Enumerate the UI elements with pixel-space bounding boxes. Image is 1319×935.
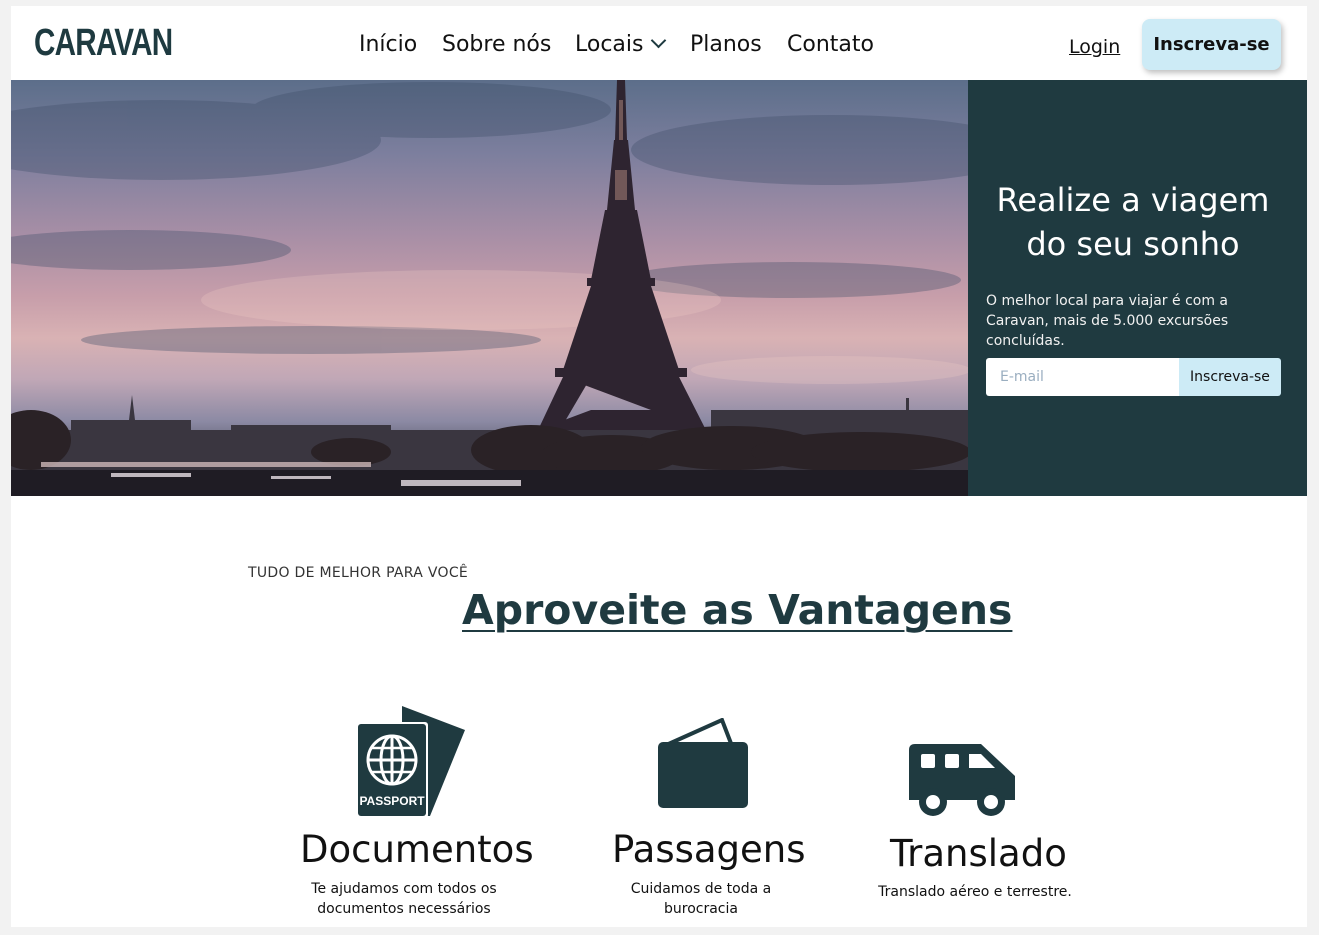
nav-locais-label: Locais	[575, 32, 644, 57]
feature-desc-line: Translado aéreo e terrestre.	[878, 884, 1072, 900]
nav-contato[interactable]: Contato	[787, 32, 874, 57]
feature-title: Translado	[890, 832, 1067, 875]
chevron-down-icon	[651, 32, 667, 49]
hero-title-line2: do seu sonho	[1026, 225, 1240, 263]
signup-button[interactable]: Inscreva-se	[1142, 19, 1281, 70]
feature-desc-line: burocracia	[664, 901, 738, 917]
feature-desc-line: Cuidamos de toda a	[630, 881, 772, 897]
hero-signup-panel: Realize a viagem do seu sonho O melhor l…	[968, 80, 1307, 496]
login-link[interactable]: Login	[1069, 36, 1120, 58]
passport-icon: PASSPORT	[356, 706, 465, 818]
feature-title: Passagens	[612, 828, 806, 871]
navbar: CARAVAN Início Sobre nós Locais Planos C…	[11, 6, 1307, 80]
nav-inicio[interactable]: Início	[359, 32, 417, 57]
eiffel-tower-image	[11, 80, 968, 496]
feature-desc-line: documentos necessários	[317, 901, 491, 917]
feature-description: Te ajudamos com todos os documentos nece…	[294, 879, 514, 919]
ticket-icon	[658, 718, 748, 808]
passport-icon-text: PASSPORT	[359, 794, 425, 808]
feature-desc-line: Te ajudamos com todos os	[311, 881, 497, 897]
feature-description: Translado aéreo e terrestre.	[875, 882, 1075, 902]
feature-description: Cuidamos de toda a burocracia	[601, 879, 801, 919]
section-title: Aproveite as Vantagens	[462, 586, 1013, 634]
caravan-logo[interactable]: CARAVAN	[34, 22, 173, 65]
signup-form: Inscreva-se	[986, 358, 1281, 396]
van-icon	[909, 744, 1015, 816]
nav-planos[interactable]: Planos	[690, 32, 762, 57]
hero-description: O melhor local para viajar é com a Carav…	[986, 293, 1229, 349]
section-eyebrow: TUDO DE MELHOR PARA VOCÊ	[248, 565, 469, 581]
hero-signup-button[interactable]: Inscreva-se	[1179, 358, 1281, 396]
hero-title: Realize a viagem do seu sonho	[968, 178, 1298, 266]
feature-title: Documentos	[300, 828, 534, 871]
hero-illustration	[11, 80, 968, 496]
page: CARAVAN Início Sobre nós Locais Planos C…	[11, 6, 1307, 927]
email-input[interactable]	[986, 358, 1179, 396]
hero-section: Realize a viagem do seu sonho O melhor l…	[11, 80, 1307, 496]
nav-sobre-nos[interactable]: Sobre nós	[442, 32, 551, 57]
hero-title-line1: Realize a viagem	[996, 181, 1270, 219]
nav-locais[interactable]: Locais	[575, 32, 667, 57]
